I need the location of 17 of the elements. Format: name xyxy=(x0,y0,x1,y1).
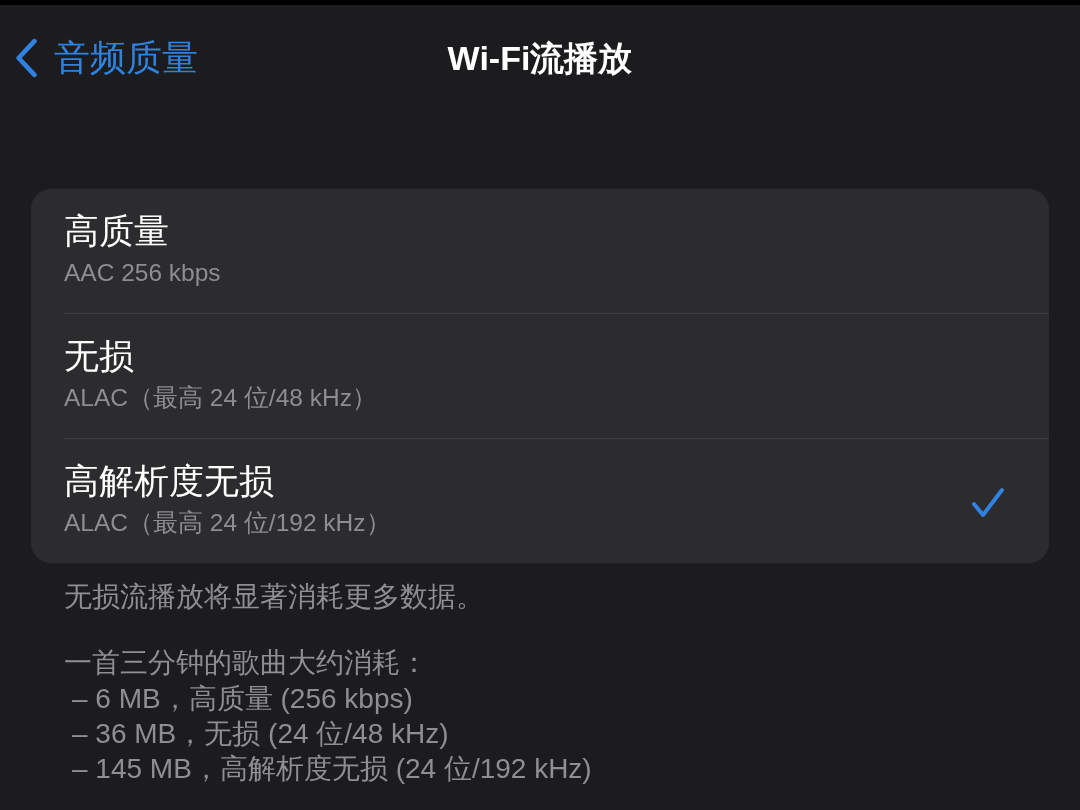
usage-item: – 6 MB，高质量 (256 kbps) xyxy=(71,682,413,716)
option-subtitle: ALAC（最高 24 位/48 kHz） xyxy=(64,383,377,413)
option-title: 无损 xyxy=(64,335,134,377)
back-button[interactable]: 音频质量 xyxy=(14,36,198,80)
chevron-left-icon xyxy=(14,38,38,78)
option-row[interactable]: 高质量 AAC 256 kbps xyxy=(64,189,1049,313)
option-title: 高解析度无损 xyxy=(64,460,274,502)
option-row[interactable]: 高解析度无损 ALAC（最高 24 位/192 kHz） xyxy=(64,438,1049,563)
option-subtitle: ALAC（最高 24 位/192 kHz） xyxy=(64,508,391,538)
page-title: Wi-Fi流播放 xyxy=(447,38,633,79)
usage-item: – 36 MB，无损 (24 位/48 kHz) xyxy=(71,717,449,751)
option-subtitle: AAC 256 kbps xyxy=(64,258,221,288)
option-row[interactable]: 无损 ALAC（最高 24 位/48 kHz） xyxy=(64,313,1049,438)
usage-heading: 一首三分钟的歌曲大约消耗： xyxy=(64,646,428,680)
option-title: 高质量 xyxy=(64,210,169,252)
usage-item: – 145 MB，高解析度无损 (24 位/192 kHz) xyxy=(71,752,592,786)
footer-note: 无损流播放将显著消耗更多数据。 xyxy=(64,580,484,614)
